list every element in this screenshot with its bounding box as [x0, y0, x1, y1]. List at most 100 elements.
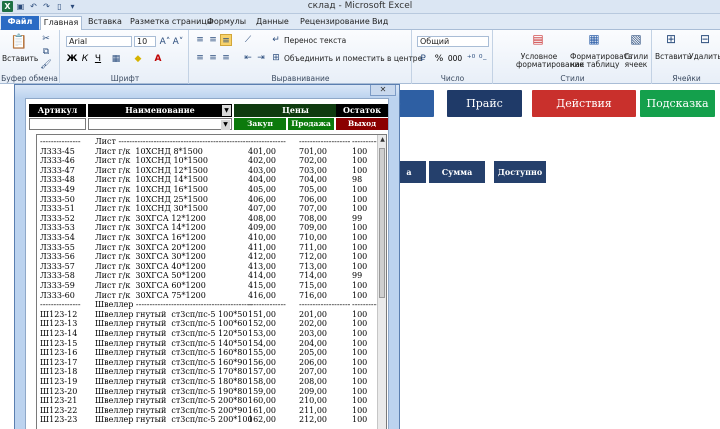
delete-cells-button[interactable]: Удалить: [689, 53, 720, 61]
tab-review[interactable]: Рецензирование: [300, 16, 370, 30]
list-item[interactable]: Ш123-17 Швеллер гнутый ст3сп/пс-5 160*90 1…: [37, 358, 377, 368]
list-item[interactable]: Л333-52 Лист г/к 30ХГСА 12*1200 408,00 708,…: [37, 214, 377, 224]
italic-button[interactable]: К: [79, 53, 91, 65]
format-table-button[interactable]: Форматировать как таблицу: [570, 53, 632, 69]
tab-home[interactable]: Главная: [40, 16, 82, 30]
tab-view[interactable]: Вид: [372, 16, 388, 30]
increase-indent-icon[interactable]: ⇥: [255, 52, 267, 64]
list-item[interactable]: Л333-53 Лист г/к 30ХГСА 14*1200 409,00 709,…: [37, 223, 377, 233]
list-item[interactable]: Л333-56 Лист г/к 30ХГСА 30*1200 412,00 712,…: [37, 252, 377, 262]
insert-cells-button[interactable]: Вставить: [655, 53, 691, 61]
bold-button[interactable]: Ж: [66, 53, 78, 65]
list-item[interactable]: Ш123-12 Швеллер гнутый ст3сп/пс-5 100*50 1…: [37, 310, 377, 320]
font-size-select[interactable]: 10: [134, 36, 156, 47]
list-item[interactable]: Л333-51 Лист г/к 10ХСНД 30*1500 407,00 707,…: [37, 204, 377, 214]
list-item[interactable]: Л333-55 Лист г/к 30ХГСА 20*1200 411,00 711,…: [37, 243, 377, 253]
conditional-format-button[interactable]: Условное форматирование: [516, 53, 584, 69]
paste-button[interactable]: Вставить: [2, 55, 38, 63]
copy-icon[interactable]: ⧉: [40, 46, 52, 58]
delete-cells-icon[interactable]: ⊟: [697, 33, 713, 49]
cut-icon[interactable]: ✂: [40, 33, 52, 45]
list-item[interactable]: Ш123-22 Швеллер гнутый ст3сп/пс-5 200*90 1…: [37, 406, 377, 416]
list-item[interactable]: Л333-46 Лист г/к 10ХСНД 10*1500 402,00 702,…: [37, 156, 377, 166]
format-table-icon[interactable]: ▦: [586, 33, 602, 49]
list-item[interactable]: Ш123-15 Швеллер гнутый ст3сп/пс-5 140*50 1…: [37, 339, 377, 349]
list-item[interactable]: Л333-48 Лист г/к 10ХСНД 14*1500 404,00 704,…: [37, 175, 377, 185]
list-item[interactable]: Ш123-16 Швеллер гнутый ст3сп/пс-5 160*80 1…: [37, 348, 377, 358]
exit-button[interactable]: Выход: [336, 118, 388, 130]
row-stock: 100: [352, 348, 368, 358]
orientation-icon[interactable]: ⟋: [242, 34, 254, 46]
list-item[interactable]: Л333-58 Лист г/к 30ХГСА 50*1200 414,00 714,…: [37, 271, 377, 281]
close-icon[interactable]: ✕: [370, 85, 396, 96]
percent-button[interactable]: %: [433, 53, 445, 65]
vertical-scrollbar[interactable]: ▲: [377, 135, 386, 429]
paste-icon[interactable]: 📋: [10, 33, 28, 51]
list-item[interactable]: Л333-60 Лист г/к 30ХГСА 75*1200 416,00 716,…: [37, 291, 377, 301]
align-top-icon[interactable]: ≡: [194, 34, 206, 46]
align-left-icon[interactable]: ≡: [194, 52, 206, 64]
conditional-format-icon[interactable]: ▤: [530, 33, 546, 49]
list-item[interactable]: Ш123-20 Швеллер гнутый ст3сп/пс-5 190*80 1…: [37, 387, 377, 397]
decrease-indent-icon[interactable]: ⇤: [242, 52, 254, 64]
scroll-thumb[interactable]: [379, 148, 385, 298]
font-name-select[interactable]: Arial: [66, 36, 132, 47]
list-item[interactable]: --------------- Лист --------------------…: [37, 137, 386, 147]
list-item[interactable]: Л333-50 Лист г/к 10ХСНД 25*1500 406,00 706,…: [37, 195, 377, 205]
sheet-button-price[interactable]: Прайс: [447, 90, 522, 117]
underline-button[interactable]: Ч: [92, 53, 104, 65]
list-item[interactable]: Л333-54 Лист г/к 30ХГСА 16*1200 410,00 710,…: [37, 233, 377, 243]
row-name: Швеллер гнутый ст3сп/пс-5 190*80: [95, 386, 248, 396]
name-filter-dropdown-icon[interactable]: ▼: [221, 120, 230, 130]
tab-page-layout[interactable]: Разметка страницы: [130, 16, 213, 30]
list-item[interactable]: Л333-59 Лист г/к 30ХГСА 60*1200 415,00 715,…: [37, 281, 377, 291]
list-item[interactable]: Ш123-18 Швеллер гнутый ст3сп/пс-5 170*80 1…: [37, 367, 377, 377]
list-item[interactable]: Л333-45 Лист г/к 10ХСНД 8*1500 401,00 701,0…: [37, 147, 377, 157]
list-item[interactable]: Ш123-19 Швеллер гнутый ст3сп/пс-5 180*80 1…: [37, 377, 377, 387]
list-item[interactable]: Ш123-14 Швеллер гнутый ст3сп/пс-5 120*50 1…: [37, 329, 377, 339]
insert-cells-icon[interactable]: ⊞: [663, 33, 679, 49]
article-filter-input[interactable]: [29, 118, 86, 130]
list-item[interactable]: Л333-57 Лист г/к 30ХГСА 40*1200 413,00 713,…: [37, 262, 377, 272]
merge-center-button[interactable]: Объединить и поместить в центре: [284, 55, 422, 63]
list-item[interactable]: Ш123-13 Швеллер гнутый ст3сп/пс-5 100*60 1…: [37, 319, 377, 329]
align-middle-icon[interactable]: ≡: [207, 34, 219, 46]
fill-color-icon[interactable]: ◆: [132, 53, 144, 65]
list-item[interactable]: Л333-49 Лист г/к 10ХСНД 16*1500 405,00 705,…: [37, 185, 377, 195]
align-right-icon[interactable]: ≡: [220, 52, 232, 64]
font-color-icon[interactable]: A: [152, 53, 164, 65]
tab-insert[interactable]: Вставка: [88, 16, 122, 30]
row-article: Ш123-22: [40, 405, 78, 415]
wrap-text-button[interactable]: Перенос текста: [284, 37, 346, 45]
sheet-button-actions[interactable]: Действия: [532, 90, 636, 117]
shrink-font-icon[interactable]: A˅: [172, 36, 184, 48]
name-dropdown-icon[interactable]: ▼: [222, 105, 231, 116]
list-item[interactable]: Ш123-21 Швеллер гнутый ст3сп/пс-5 200*80 1…: [37, 396, 377, 406]
align-bottom-icon[interactable]: ≡: [220, 34, 232, 46]
align-center-icon[interactable]: ≡: [207, 52, 219, 64]
wrap-text-icon[interactable]: ↵: [270, 34, 282, 46]
name-filter-input[interactable]: ▼: [88, 118, 232, 130]
grow-font-icon[interactable]: A˄: [159, 36, 171, 48]
tab-data[interactable]: Данные: [256, 16, 289, 30]
cell-styles-icon[interactable]: ▧: [628, 33, 644, 49]
tab-formulas[interactable]: Формулы: [207, 16, 246, 30]
increase-decimal-icon[interactable]: ⁺⁰: [465, 53, 477, 65]
currency-icon[interactable]: ₽: [417, 53, 429, 65]
borders-icon[interactable]: ▦: [110, 53, 122, 65]
list-item[interactable]: Л333-47 Лист г/к 10ХСНД 12*1500 403,00 703,…: [37, 166, 377, 176]
format-painter-icon[interactable]: 🖌: [40, 59, 52, 71]
price-list[interactable]: Ш123-23 Швеллер гнутый ст3сп/пс-5 200*100…: [36, 134, 387, 429]
number-format-select[interactable]: Общий: [417, 36, 489, 47]
tab-file[interactable]: Файл: [1, 16, 39, 30]
list-item[interactable]: Ш123-23 Швеллер гнутый ст3сп/пс-5 200*100…: [37, 415, 377, 425]
decrease-decimal-icon[interactable]: ⁰₋: [477, 53, 489, 65]
list-item[interactable]: --------------- Швеллер -----------------…: [37, 300, 386, 310]
row-sell-price: 714,00: [299, 271, 327, 281]
sheet-button-hint[interactable]: Подсказка: [640, 90, 715, 117]
thousands-button[interactable]: 000: [446, 53, 464, 65]
scroll-up-icon[interactable]: ▲: [378, 135, 386, 145]
merge-center-icon[interactable]: ⊞: [270, 52, 282, 64]
dialog-title-bar[interactable]: ✕: [15, 85, 399, 98]
cell-styles-button[interactable]: Стили ячеек: [622, 53, 650, 69]
